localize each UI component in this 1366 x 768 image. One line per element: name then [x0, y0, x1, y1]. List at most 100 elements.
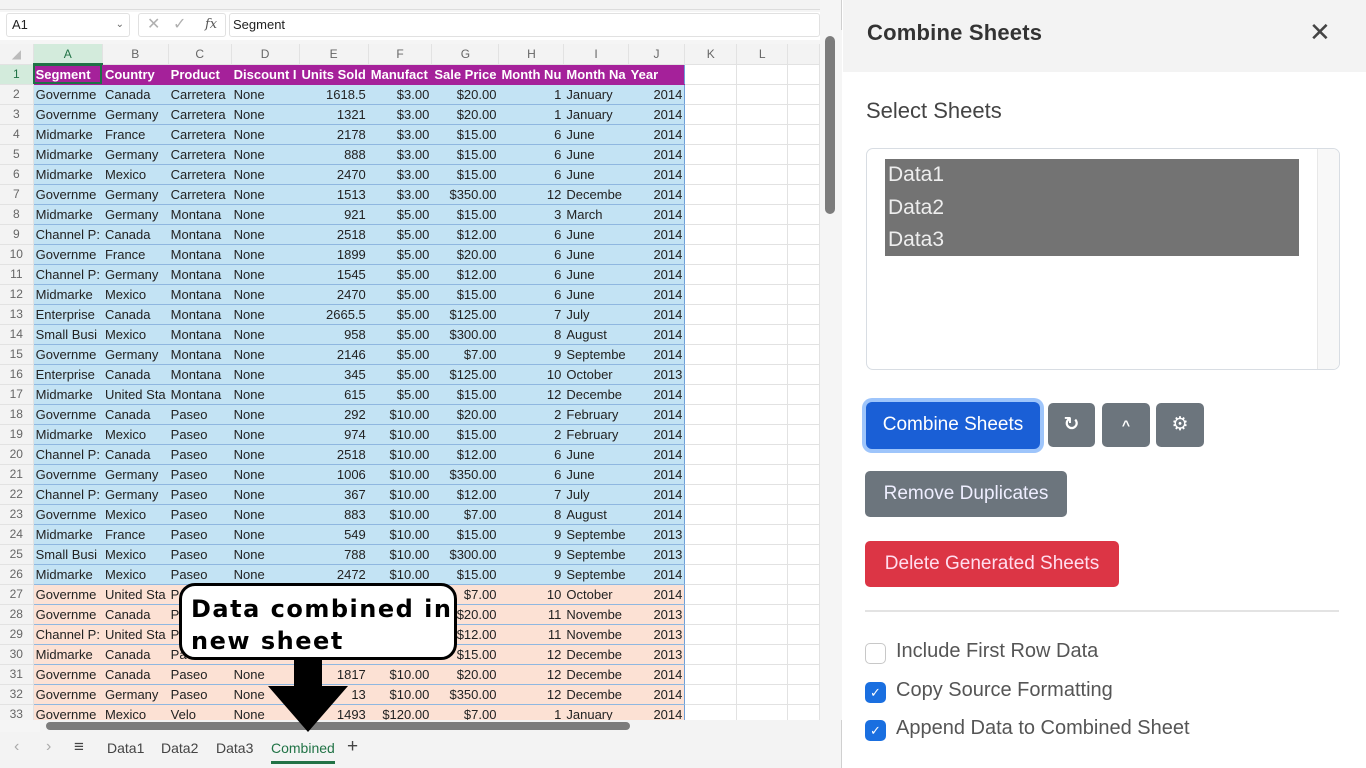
- cell[interactable]: 6: [498, 144, 565, 165]
- cell[interactable]: 12: [498, 384, 565, 405]
- cell[interactable]: $10.00: [368, 564, 433, 585]
- cell[interactable]: Canada: [102, 84, 169, 105]
- column-header-f[interactable]: F: [368, 44, 433, 65]
- name-box[interactable]: A1 ⌄: [6, 13, 130, 37]
- cell[interactable]: June: [563, 144, 629, 165]
- cell[interactable]: $300.00: [431, 544, 500, 565]
- empty-cell[interactable]: [736, 464, 789, 485]
- cell[interactable]: $10.00: [368, 524, 433, 545]
- cell[interactable]: $20.00: [431, 104, 500, 125]
- add-sheet-icon[interactable]: +: [347, 736, 358, 758]
- empty-cell[interactable]: [787, 464, 820, 485]
- cell[interactable]: 6: [498, 464, 565, 485]
- cell[interactable]: $10.00: [368, 544, 433, 565]
- cell[interactable]: Governme: [33, 104, 103, 125]
- empty-cell[interactable]: [787, 484, 820, 505]
- cell[interactable]: 12: [498, 664, 565, 685]
- cell[interactable]: Paseo: [168, 464, 232, 485]
- cell[interactable]: 12: [498, 644, 565, 665]
- cell[interactable]: January: [563, 704, 629, 720]
- column-header-m[interactable]: [787, 44, 820, 65]
- cell[interactable]: 1: [498, 704, 565, 720]
- cell[interactable]: Mexico: [102, 504, 169, 525]
- empty-cell[interactable]: [684, 664, 738, 685]
- cell[interactable]: Montana: [168, 264, 232, 285]
- empty-cell[interactable]: [684, 344, 738, 365]
- cell[interactable]: June: [563, 124, 629, 145]
- empty-cell[interactable]: [684, 244, 738, 265]
- cell[interactable]: March: [563, 204, 629, 225]
- empty-cell[interactable]: [787, 64, 820, 85]
- row-header[interactable]: 7: [0, 184, 34, 205]
- empty-cell[interactable]: [684, 544, 738, 565]
- cell[interactable]: 6: [498, 224, 565, 245]
- empty-cell[interactable]: [736, 544, 789, 565]
- cell[interactable]: Mexico: [102, 324, 169, 345]
- cell[interactable]: $125.00: [431, 364, 500, 385]
- collapse-button[interactable]: ^: [1102, 403, 1150, 447]
- cell[interactable]: 1: [498, 84, 565, 105]
- cell[interactable]: Montana: [168, 224, 232, 245]
- cell[interactable]: 2014: [628, 164, 686, 185]
- cell[interactable]: Midmarke: [33, 164, 103, 185]
- row-header[interactable]: 1: [0, 64, 34, 85]
- row-header[interactable]: 14: [0, 324, 34, 345]
- empty-cell[interactable]: [787, 184, 820, 205]
- close-icon[interactable]: ✕: [1309, 17, 1331, 48]
- cell[interactable]: Decembe: [563, 384, 629, 405]
- cell[interactable]: 2014: [628, 224, 686, 245]
- cell[interactable]: Montana: [168, 244, 232, 265]
- cell[interactable]: Canada: [102, 404, 169, 425]
- cell[interactable]: Paseo: [168, 564, 232, 585]
- cell[interactable]: None: [231, 564, 300, 585]
- cell[interactable]: $7.00: [431, 704, 500, 720]
- cell[interactable]: Paseo: [168, 424, 232, 445]
- cell[interactable]: $5.00: [368, 344, 433, 365]
- cell[interactable]: 2014: [628, 684, 686, 705]
- empty-cell[interactable]: [787, 684, 820, 705]
- cell[interactable]: $10.00: [368, 424, 433, 445]
- cell[interactable]: Governme: [33, 664, 103, 685]
- cell[interactable]: 2014: [628, 704, 686, 720]
- cell[interactable]: Carretera: [168, 184, 232, 205]
- cell[interactable]: 6: [498, 124, 565, 145]
- header-cell[interactable]: Month Na: [563, 64, 629, 85]
- cell[interactable]: 2014: [628, 664, 686, 685]
- cell[interactable]: Carretera: [168, 104, 232, 125]
- cell[interactable]: Midmarke: [33, 144, 103, 165]
- cell[interactable]: $10.00: [368, 684, 433, 705]
- cell[interactable]: July: [563, 304, 629, 325]
- cell[interactable]: 2470: [299, 284, 369, 305]
- cell[interactable]: Midmarke: [33, 564, 103, 585]
- cell[interactable]: Canada: [102, 644, 169, 665]
- cell[interactable]: Channel P:: [33, 224, 103, 245]
- remove-duplicates-button[interactable]: Remove Duplicates: [865, 471, 1067, 517]
- cell[interactable]: 1513: [299, 184, 369, 205]
- empty-cell[interactable]: [787, 324, 820, 345]
- cell[interactable]: 10: [498, 584, 565, 605]
- empty-cell[interactable]: [736, 104, 789, 125]
- column-header-i[interactable]: I: [563, 44, 629, 65]
- cell[interactable]: 2014: [628, 304, 686, 325]
- cell[interactable]: $350.00: [431, 464, 500, 485]
- empty-cell[interactable]: [787, 664, 820, 685]
- cell[interactable]: Governme: [33, 344, 103, 365]
- cell[interactable]: Paseo: [168, 444, 232, 465]
- header-cell[interactable]: Country: [102, 64, 169, 85]
- sheet-tab-data2[interactable]: Data2: [161, 740, 198, 756]
- empty-cell[interactable]: [684, 384, 738, 405]
- row-header[interactable]: 13: [0, 304, 34, 325]
- cell[interactable]: $15.00: [431, 124, 500, 145]
- empty-cell[interactable]: [736, 224, 789, 245]
- cell[interactable]: $10.00: [368, 664, 433, 685]
- cell[interactable]: $3.00: [368, 184, 433, 205]
- cell[interactable]: 6: [498, 264, 565, 285]
- empty-cell[interactable]: [736, 64, 789, 85]
- sheet-option-data1[interactable]: Data1: [885, 159, 1299, 192]
- cell[interactable]: $15.00: [431, 204, 500, 225]
- cell[interactable]: None: [231, 204, 300, 225]
- row-header[interactable]: 15: [0, 344, 34, 365]
- cell[interactable]: $5.00: [368, 204, 433, 225]
- column-header-a[interactable]: A: [33, 44, 103, 65]
- cell[interactable]: $3.00: [368, 104, 433, 125]
